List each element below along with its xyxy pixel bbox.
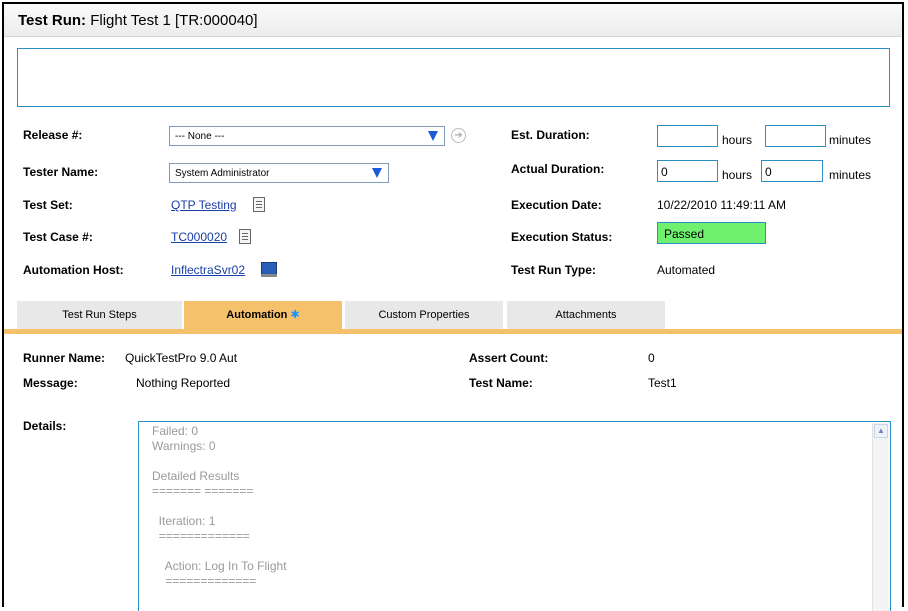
actual-minutes-unit: minutes [829, 168, 872, 182]
title-label: Test Run: [18, 12, 87, 29]
actual-hours-input[interactable]: 0 [657, 160, 718, 182]
release-select-value: --- None --- [175, 131, 225, 142]
test-set-link[interactable]: QTP Testing [171, 198, 237, 212]
tab-label: Test Run Steps [62, 309, 137, 321]
test-case-label: Test Case #: [23, 230, 93, 244]
scroll-up-icon[interactable]: ▲ [874, 424, 888, 438]
tester-select[interactable]: System Administrator [169, 163, 389, 183]
test-run-type-label: Test Run Type: [511, 263, 596, 277]
est-hours-input[interactable] [657, 125, 718, 147]
tab-test-run-steps[interactable]: Test Run Steps [17, 301, 182, 329]
test-name-value: Test1 [648, 376, 677, 390]
automation-host-link[interactable]: InflectraSvr02 [171, 263, 245, 277]
assert-count-value: 0 [648, 351, 655, 365]
est-minutes-unit: minutes [829, 133, 872, 147]
title-bar: Test Run: Flight Test 1 [TR:000040] [4, 4, 902, 37]
tab-label: Custom Properties [378, 309, 470, 321]
runner-name-value: QuickTestPro 9.0 Aut [125, 351, 238, 365]
test-case-icon[interactable] [239, 229, 251, 244]
tab-attachments[interactable]: Attachments [507, 301, 665, 329]
test-set-icon[interactable] [253, 197, 265, 212]
runner-name-label: Runner Name: [23, 351, 106, 365]
test-name-label: Test Name: [469, 376, 533, 390]
description-editor[interactable] [17, 48, 890, 107]
tab-underline [4, 329, 902, 334]
tester-select-value: System Administrator [175, 168, 270, 179]
message-label: Message: [23, 376, 78, 390]
tab-custom-properties[interactable]: Custom Properties [345, 301, 503, 329]
release-label: Release #: [23, 128, 83, 142]
details-label: Details: [23, 419, 67, 433]
actual-hours-unit: hours [722, 168, 753, 182]
est-hours-unit: hours [722, 133, 753, 147]
execution-status-label: Execution Status: [511, 230, 613, 244]
chevron-down-icon [372, 168, 382, 178]
release-select[interactable]: --- None --- [169, 126, 445, 146]
test-run-type-value: Automated [657, 263, 716, 277]
assert-count-label: Assert Count: [469, 351, 549, 365]
execution-status-badge: Passed [657, 222, 766, 244]
go-arrow-icon[interactable]: ➔ [451, 128, 466, 143]
test-case-link[interactable]: TC000020 [171, 230, 227, 244]
actual-minutes-input[interactable]: 0 [761, 160, 823, 182]
tab-label: Attachments [555, 309, 617, 321]
asterisk-icon: ✱ [290, 309, 300, 321]
actual-duration-label: Actual Duration: [511, 162, 605, 176]
automation-host-label: Automation Host: [23, 263, 124, 277]
test-set-label: Test Set: [23, 198, 73, 212]
execution-date-value: 10/22/2010 11:49:11 AM [657, 198, 786, 212]
page-title: Test Run: Flight Test 1 [TR:000040] [18, 12, 258, 29]
est-duration-label: Est. Duration: [511, 128, 590, 142]
details-scrollbar[interactable]: ▲ [872, 423, 889, 611]
test-run-panel: Test Run: Flight Test 1 [TR:000040] Rele… [2, 2, 904, 611]
title-text: Flight Test 1 [TR:000040] [90, 12, 258, 29]
details-text: Failed: 0 Warnings: 0 Detailed Results =… [152, 424, 287, 588]
computer-icon [261, 262, 277, 277]
chevron-down-icon [428, 131, 438, 141]
tester-label: Tester Name: [23, 165, 99, 179]
est-minutes-input[interactable] [765, 125, 826, 147]
tab-label: Automation [226, 309, 288, 321]
details-textarea[interactable]: Failed: 0 Warnings: 0 Detailed Results =… [138, 421, 891, 611]
message-value: Nothing Reported [136, 376, 231, 390]
execution-date-label: Execution Date: [511, 198, 602, 212]
tab-automation[interactable]: Automation ✱ [184, 301, 342, 329]
